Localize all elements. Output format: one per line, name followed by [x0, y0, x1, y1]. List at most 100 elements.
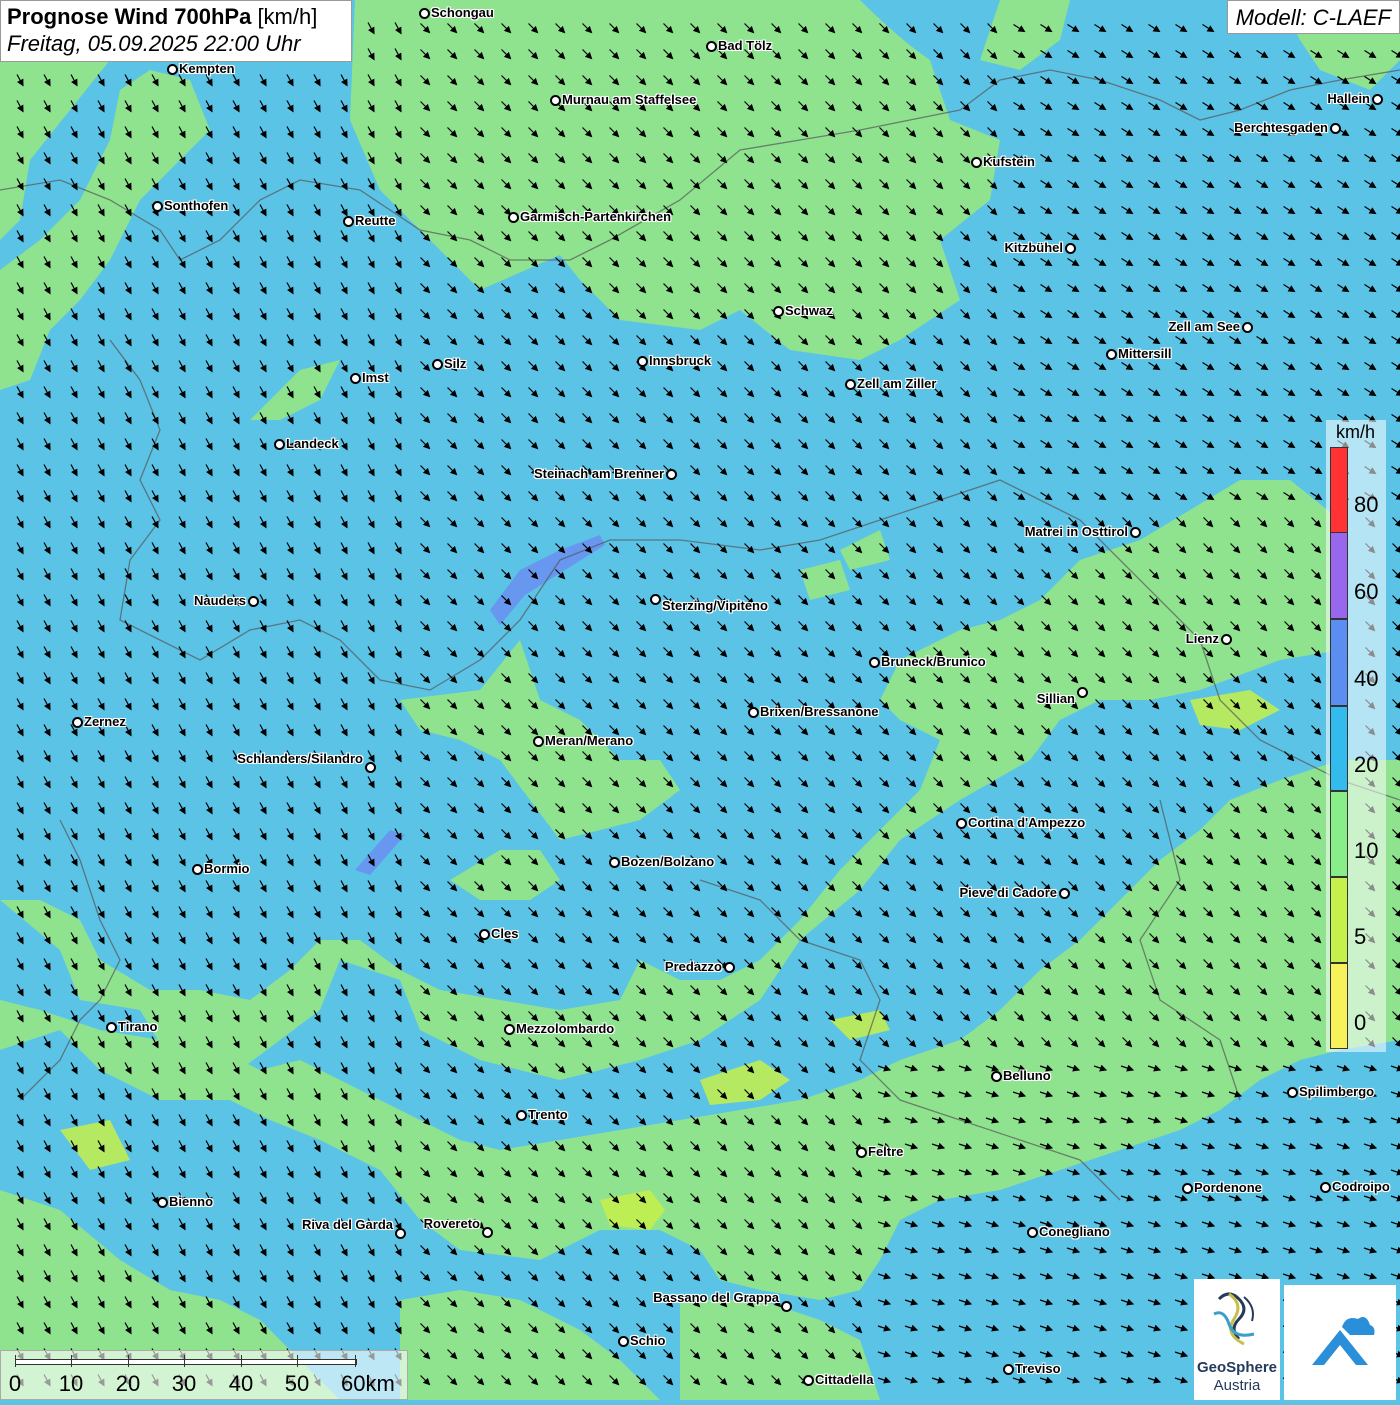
city-marker — [1242, 322, 1253, 333]
city-marker — [248, 596, 259, 607]
city-marker — [479, 929, 490, 940]
city-label: Feltre — [868, 1145, 903, 1159]
city-label: Kufstein — [983, 155, 1035, 169]
weather-app-icon — [1284, 1285, 1396, 1400]
city-marker — [1003, 1364, 1014, 1375]
city-label: Bassano del Grappa — [653, 1291, 779, 1305]
city-marker — [1027, 1227, 1038, 1238]
city-label: Codroipo — [1332, 1180, 1390, 1194]
city-label: Schongau — [431, 6, 494, 20]
city-label: Innsbruck — [649, 354, 711, 368]
city-marker — [956, 818, 967, 829]
city-marker — [845, 379, 856, 390]
city-label: Treviso — [1015, 1362, 1061, 1376]
city-marker — [167, 64, 178, 75]
scale-label: 10 — [59, 1371, 83, 1397]
city-marker — [508, 212, 519, 223]
scale-tick — [128, 1355, 129, 1367]
city-marker — [1320, 1182, 1331, 1193]
city-label: Landeck — [286, 437, 339, 451]
city-label: Berchtesgaden — [1234, 121, 1328, 135]
city-label: Predazzo — [665, 960, 722, 974]
city-label: Tirano — [118, 1020, 158, 1034]
city-marker — [618, 1336, 629, 1347]
city-marker — [773, 306, 784, 317]
city-label: Bruneck/Brunico — [881, 655, 986, 669]
city-marker — [869, 657, 880, 668]
city-label: Riva del Garda — [302, 1218, 393, 1232]
legend-swatch — [1330, 791, 1348, 877]
logo-line2: Austria — [1194, 1377, 1280, 1394]
city-label: Cortina d'Ampezzo — [968, 816, 1085, 830]
city-label: Trento — [528, 1108, 568, 1122]
city-marker — [1221, 634, 1232, 645]
city-marker — [516, 1110, 527, 1121]
legend-swatch — [1330, 706, 1348, 791]
scale-bar: 0102030405060km — [0, 1350, 408, 1400]
city-marker — [637, 356, 648, 367]
city-label: Garmisch-Partenkirchen — [520, 210, 671, 224]
city-label: Pordenone — [1194, 1181, 1262, 1195]
city-marker — [803, 1375, 814, 1386]
city-marker — [1182, 1183, 1193, 1194]
legend-swatch — [1330, 963, 1348, 1049]
city-label: Kitzbühel — [1005, 241, 1064, 255]
city-label: Steinach am Brenner — [534, 467, 664, 481]
city-marker — [1330, 123, 1341, 134]
legend-label: 80 — [1354, 492, 1378, 518]
legend-label: 60 — [1354, 579, 1378, 605]
city-label: Sterzing/Vipiteno — [662, 599, 768, 613]
city-label: Schio — [630, 1334, 665, 1348]
map-title: Prognose Wind 700hPa [km/h] — [7, 4, 345, 30]
city-marker — [482, 1227, 493, 1238]
city-marker — [152, 201, 163, 212]
city-marker — [106, 1022, 117, 1033]
title-box: Prognose Wind 700hPa [km/h] Freitag, 05.… — [0, 0, 352, 62]
city-marker — [192, 864, 203, 875]
city-label: Bienno — [169, 1195, 213, 1209]
city-label: Meran/Merano — [545, 734, 633, 748]
city-label: Schlanders/Silandro — [237, 752, 363, 766]
city-label: Spilimbergo — [1299, 1085, 1374, 1099]
legend-label: 40 — [1354, 666, 1378, 692]
city-label: Zell am Ziller — [857, 377, 936, 391]
scale-line — [15, 1359, 357, 1365]
city-label: Reutte — [355, 214, 395, 228]
city-marker — [432, 359, 443, 370]
city-marker — [1065, 243, 1076, 254]
legend-swatch — [1330, 447, 1348, 533]
city-marker — [550, 95, 561, 106]
city-marker — [157, 1197, 168, 1208]
legend-swatch — [1330, 532, 1348, 619]
city-marker — [350, 373, 361, 384]
city-label: Bad Tölz — [718, 39, 772, 53]
geosphere-logo[interactable]: GeoSphere Austria — [1194, 1279, 1280, 1400]
city-label: Cles — [491, 927, 518, 941]
city-marker — [1130, 527, 1141, 538]
city-label: Matrei in Osttirol — [1025, 525, 1128, 539]
scale-tick — [297, 1355, 298, 1367]
city-marker — [365, 762, 376, 773]
legend-label: 10 — [1354, 838, 1378, 864]
scale-label: 0 — [9, 1371, 21, 1397]
color-legend: km/h 806040201050 — [1326, 420, 1386, 1052]
city-label: Nauders — [194, 594, 246, 608]
legend-label: 5 — [1354, 924, 1366, 950]
city-label: Silz — [444, 357, 466, 371]
logo-line1: GeoSphere — [1194, 1359, 1280, 1376]
city-marker — [343, 216, 354, 227]
app-logo[interactable] — [1284, 1285, 1396, 1400]
city-label: Bormio — [204, 862, 250, 876]
city-marker — [1077, 687, 1088, 698]
city-label: Lienz — [1186, 632, 1219, 646]
legend-swatch — [1330, 619, 1348, 706]
city-label: Cittadella — [815, 1373, 874, 1387]
city-marker — [419, 8, 430, 19]
city-marker — [395, 1228, 406, 1239]
scale-label: 50 — [285, 1371, 309, 1397]
city-marker — [856, 1147, 867, 1158]
city-marker — [991, 1071, 1002, 1082]
city-label: Brixen/Bressanone — [760, 705, 879, 719]
scale-label: 20 — [116, 1371, 140, 1397]
scale-label: 40 — [229, 1371, 253, 1397]
